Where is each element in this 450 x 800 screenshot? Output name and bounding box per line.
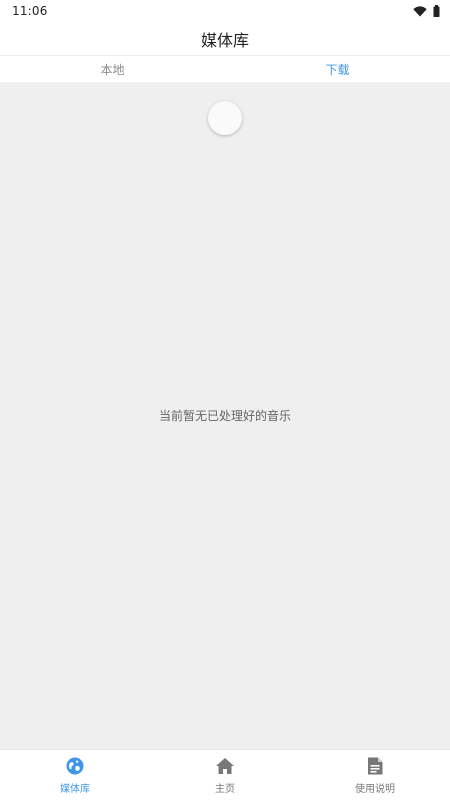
nav-item-home[interactable]: 主页 — [150, 750, 300, 800]
tab-download[interactable]: 下载 — [225, 57, 450, 82]
status-bar: 11:06 — [0, 0, 450, 22]
screen: 11:06 媒体库 本地 下载 当前暂无已处理好的音乐 媒体库 主页 使用说明 — [0, 0, 450, 800]
title-bar: 媒体库 — [0, 22, 450, 56]
empty-state-message: 当前暂无已处理好的音乐 — [158, 409, 291, 423]
nav-label-instructions: 使用说明 — [355, 784, 395, 795]
nav-label-media-library: 媒体库 — [60, 784, 90, 795]
refresh-spinner — [208, 101, 242, 135]
tab-local[interactable]: 本地 — [0, 57, 225, 82]
status-time: 11:06 — [12, 4, 48, 18]
tab-bar: 本地 下载 — [0, 57, 450, 82]
nav-item-media-library[interactable]: 媒体库 — [0, 750, 150, 800]
home-icon — [216, 758, 234, 774]
bottom-navigation: 媒体库 主页 使用说明 — [0, 749, 450, 800]
nav-label-home: 主页 — [215, 784, 235, 795]
page-title: 媒体库 — [200, 30, 249, 50]
status-icons — [413, 5, 440, 17]
content-area[interactable]: 当前暂无已处理好的音乐 — [0, 82, 450, 749]
wifi-icon — [413, 5, 427, 16]
battery-icon — [433, 5, 440, 17]
media-library-icon — [66, 757, 84, 775]
nav-item-instructions[interactable]: 使用说明 — [300, 750, 450, 800]
document-icon — [368, 757, 383, 775]
